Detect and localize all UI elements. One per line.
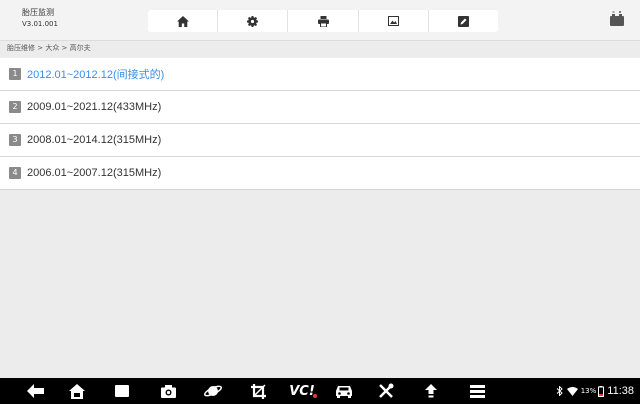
system-navbar: VC! 13% 11:38 — [0, 378, 640, 404]
car-icon — [336, 386, 352, 398]
vci-button[interactable]: VC! — [289, 381, 317, 401]
item-number: 2 — [9, 101, 21, 113]
toolbar — [148, 10, 498, 32]
recent-apps-icon — [115, 385, 129, 397]
tools-button[interactable] — [376, 381, 396, 401]
list-item[interactable]: 2 2009.01~2021.12(433MHz) — [0, 91, 640, 124]
vci-icon: VC! — [289, 383, 317, 399]
crop-icon — [250, 383, 266, 399]
app-header: 胎压监测 V3.01.001 — [0, 0, 640, 41]
upload-button[interactable] — [421, 381, 441, 401]
edit-icon — [457, 15, 469, 27]
item-label: 2006.01~2007.12(315MHz) — [27, 167, 162, 179]
menu-button[interactable] — [467, 381, 487, 401]
back-button[interactable] — [26, 381, 46, 401]
menu-icon — [469, 384, 485, 398]
status-bar: 13% 11:38 — [556, 378, 634, 404]
camera-icon — [160, 384, 176, 398]
back-icon — [27, 384, 44, 398]
recent-apps-button[interactable] — [112, 381, 132, 401]
upload-icon — [425, 384, 437, 398]
screenshot-icon — [387, 16, 399, 26]
breadcrumb: 胎压维修 > 大众 > 高尔夫 — [7, 44, 91, 52]
vci-label: VC! — [289, 383, 315, 399]
wifi-icon — [566, 386, 578, 396]
item-number: 3 — [9, 134, 21, 146]
screenshot-button[interactable] — [359, 10, 429, 32]
list-item[interactable]: 3 2008.01~2014.12(315MHz) — [0, 124, 640, 157]
print-icon — [317, 15, 329, 27]
item-label: 2008.01~2014.12(315MHz) — [27, 134, 162, 146]
print-button[interactable] — [288, 10, 359, 32]
bluetooth-icon — [556, 386, 563, 396]
tools-icon — [379, 383, 394, 398]
option-list: 1 2012.01~2012.12(间接式的) 2 2009.01~2021.1… — [0, 58, 640, 190]
home-nav-button[interactable] — [67, 381, 87, 401]
home-icon — [69, 383, 85, 399]
battery-icon — [598, 385, 605, 397]
settings-icon — [247, 15, 259, 27]
item-label: 2009.01~2021.12(433MHz) — [27, 101, 162, 113]
item-label: 2012.01~2012.12(间接式的) — [27, 69, 165, 81]
vehicle-battery-icon — [610, 11, 624, 26]
edit-button[interactable] — [429, 10, 498, 32]
list-item[interactable]: 1 2012.01~2012.12(间接式的) — [0, 58, 640, 91]
clock-time: 11:38 — [607, 385, 634, 397]
item-number: 1 — [9, 68, 21, 80]
camera-button[interactable] — [158, 381, 178, 401]
vci-status-dot — [312, 393, 317, 398]
crop-button[interactable] — [248, 381, 268, 401]
settings-button[interactable] — [218, 10, 289, 32]
vehicle-battery-button[interactable] — [604, 6, 630, 32]
item-number: 4 — [9, 167, 21, 179]
browser-button[interactable] — [203, 381, 223, 401]
app-version: V3.01.001 — [22, 20, 58, 28]
app-title: 胎压监测 — [22, 8, 54, 17]
home-icon — [176, 15, 189, 27]
home-button[interactable] — [148, 10, 219, 32]
battery-percent: 13% — [580, 387, 597, 395]
list-item[interactable]: 4 2006.01~2007.12(315MHz) — [0, 157, 640, 190]
browser-icon — [204, 385, 222, 397]
car-button[interactable] — [334, 381, 354, 401]
